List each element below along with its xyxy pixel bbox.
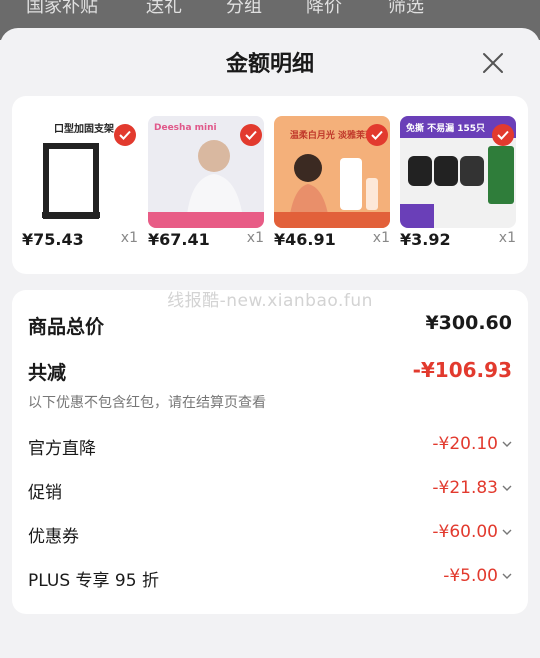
product-price: ¥46.91: [274, 230, 336, 249]
amount-detail-sheet: 金额明细 口型加固支架 ¥75.43 x1 Deesha mini ¥67.41…: [0, 28, 540, 658]
total-value: ¥300.60: [425, 312, 512, 334]
sheet-title: 金额明细: [225, 52, 314, 77]
close-icon[interactable]: [478, 48, 508, 78]
discount-amount: -¥60.00: [432, 522, 498, 542]
total-label: 商品总价: [28, 316, 105, 338]
discount-value: -¥20.10: [432, 434, 512, 454]
selected-check-icon: [492, 124, 514, 146]
total-row: 商品总价 ¥300.60: [28, 312, 512, 342]
discount-label: 促销: [28, 483, 62, 503]
product-thumb-caption: 免撕 不易漏 155只: [406, 122, 485, 134]
product-price: ¥75.43: [22, 230, 84, 249]
discount-amount: -¥5.00: [443, 566, 498, 586]
chevron-down-icon: [502, 529, 512, 535]
selected-check-icon: [366, 124, 388, 146]
discount-amount: -¥21.83: [432, 478, 498, 498]
discount-row-coupon[interactable]: 优惠券 -¥60.00: [28, 522, 512, 552]
chevron-down-icon: [502, 485, 512, 491]
product-quantity: x1: [120, 230, 138, 246]
product-item[interactable]: 口型加固支架 ¥75.43 x1: [22, 116, 138, 256]
product-thumb-caption: Deesha mini: [154, 123, 217, 133]
product-item[interactable]: 温柔白月光 淡雅茉莉 ¥46.91 x1: [274, 116, 390, 256]
discount-value: -¥5.00: [443, 566, 512, 586]
discount-row-official[interactable]: 官方直降 -¥20.10: [28, 434, 512, 464]
discount-value: -¥21.83: [432, 478, 512, 498]
reduction-label: 共减: [28, 362, 67, 384]
watermark-text: 线报酷-new.xianbao.fun: [167, 291, 373, 311]
reduction-value: -¥106.93: [412, 358, 512, 382]
price-breakdown: 商品总价 ¥300.60 共减 -¥106.93 以下优惠不包含红包，请在结算页…: [12, 290, 528, 614]
product-thumb-caption: 口型加固支架: [54, 122, 114, 135]
product-list: 口型加固支架 ¥75.43 x1 Deesha mini ¥67.41 x1 温…: [12, 96, 528, 274]
product-item[interactable]: Deesha mini ¥67.41 x1: [148, 116, 264, 256]
discount-row-promotion[interactable]: 促销 -¥21.83: [28, 478, 512, 508]
background-tab: 送礼: [146, 0, 182, 17]
discount-amount: -¥20.10: [432, 434, 498, 454]
product-thumb-caption: 温柔白月光 淡雅茉莉: [290, 129, 374, 141]
selected-check-icon: [240, 124, 262, 146]
background-tab: 国家补贴: [26, 0, 98, 17]
product-quantity: x1: [372, 230, 390, 246]
background-tab: 分组: [226, 0, 262, 17]
discount-note: 以下优惠不包含红包，请在结算页查看: [28, 395, 266, 411]
discount-label: 官方直降: [28, 439, 96, 459]
background-tab: 降价: [306, 0, 342, 17]
product-price: ¥67.41: [148, 230, 210, 249]
product-item[interactable]: 免撕 不易漏 155只 ¥3.92 x1: [400, 116, 516, 256]
background-tab: 筛选: [388, 0, 424, 17]
chevron-down-icon: [502, 441, 512, 447]
reduction-row: 共减 -¥106.93: [28, 358, 512, 388]
product-quantity: x1: [498, 230, 516, 246]
discount-row-plus[interactable]: PLUS 专享 95 折 -¥5.00: [28, 566, 512, 596]
chevron-down-icon: [502, 573, 512, 579]
discount-label: 优惠券: [28, 527, 79, 547]
product-price: ¥3.92: [400, 230, 451, 249]
selected-check-icon: [114, 124, 136, 146]
discount-value: -¥60.00: [432, 522, 512, 542]
product-quantity: x1: [246, 230, 264, 246]
discount-label: PLUS 专享 95 折: [28, 571, 159, 591]
